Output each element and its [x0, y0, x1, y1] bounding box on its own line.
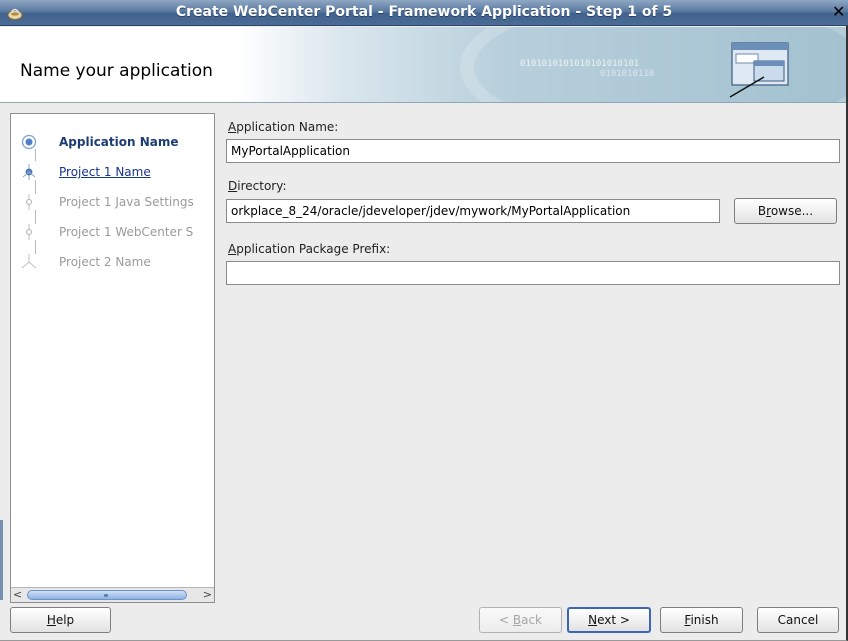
- back-button[interactable]: < Back: [479, 607, 562, 633]
- scrollbar-thumb[interactable]: [27, 590, 187, 600]
- step-node-icon: [22, 164, 36, 180]
- step-node-icon: [26, 224, 32, 240]
- step-label: Project 1 WebCenter S: [59, 225, 194, 239]
- title-bar: Create WebCenter Portal - Framework Appl…: [0, 0, 848, 26]
- current-step-icon: [21, 134, 37, 150]
- step-label: Project 1 Name: [59, 165, 151, 179]
- finish-button[interactable]: Finish: [660, 607, 743, 633]
- scroll-left-icon[interactable]: <: [13, 588, 25, 602]
- step-project-1-webcenter-settings[interactable]: Project 1 WebCenter S: [11, 222, 214, 244]
- wizard-windows-icon: [729, 42, 789, 98]
- background-window-edge: [0, 520, 3, 600]
- package-prefix-input[interactable]: [226, 261, 840, 285]
- cancel-button[interactable]: Cancel: [757, 607, 839, 633]
- directory-input[interactable]: orkplace_8_24/oracle/jdeveloper/jdev/myw…: [226, 199, 720, 223]
- step-project-2-name[interactable]: Project 2 Name: [11, 252, 214, 274]
- horizontal-scrollbar[interactable]: < >: [11, 587, 214, 602]
- step-end-icon: [21, 254, 37, 269]
- wizard-header: 0101010101010101010101 0101010110 Name y…: [0, 27, 846, 103]
- page-heading: Name your application: [20, 61, 213, 81]
- window-title: Create WebCenter Portal - Framework Appl…: [175, 4, 673, 20]
- step-project-1-name[interactable]: Project 1 Name: [11, 162, 214, 184]
- step-project-1-java-settings[interactable]: Project 1 Java Settings: [11, 192, 214, 214]
- step-application-name[interactable]: Application Name: [11, 132, 214, 154]
- decorative-binary-text-2: 0101010110: [600, 69, 655, 79]
- wizard-window: Create WebCenter Portal - Framework Appl…: [0, 0, 848, 641]
- next-button[interactable]: Next >: [567, 607, 651, 633]
- step-label: Application Name: [59, 135, 179, 149]
- step-node-icon: [26, 194, 32, 210]
- scroll-right-icon[interactable]: >: [200, 588, 212, 602]
- decorative-binary-text: 0101010101010101010101: [520, 59, 640, 69]
- application-name-input[interactable]: MyPortalApplication: [226, 139, 840, 163]
- package-prefix-label: Application Package Prefix:: [228, 242, 391, 256]
- steps-navigator[interactable]: Application Name Project 1 Name Project …: [10, 113, 215, 603]
- application-name-label: Application Name:: [228, 120, 339, 134]
- close-icon[interactable]: ✕: [832, 2, 846, 22]
- step-label: Project 2 Name: [59, 255, 151, 269]
- directory-label: Directory:: [228, 179, 287, 193]
- step-label: Project 1 Java Settings: [59, 195, 194, 209]
- help-button[interactable]: Help: [10, 607, 111, 633]
- browse-button[interactable]: Browse...: [734, 198, 837, 224]
